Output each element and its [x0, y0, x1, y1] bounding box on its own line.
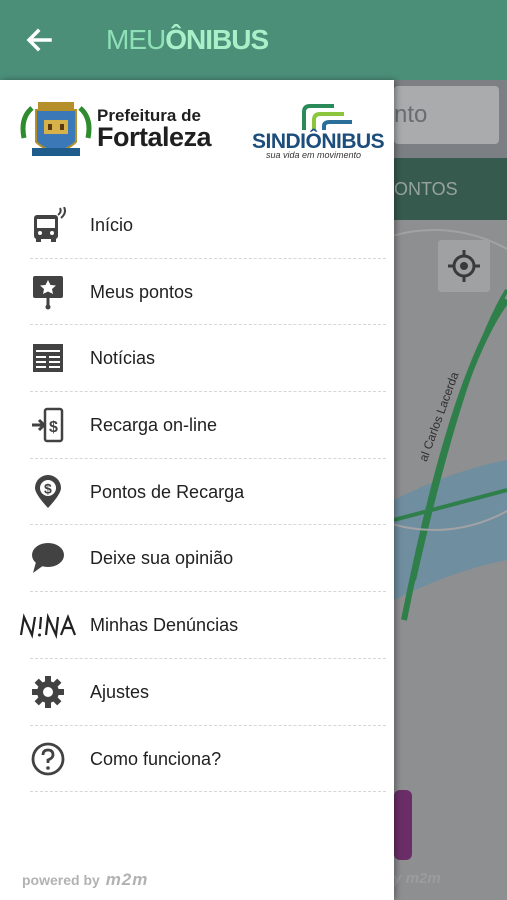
- map-background: nto ONTOS al Carlos Lacerda by m2m: [394, 80, 507, 900]
- svg-text:$: $: [44, 480, 52, 496]
- tab-bar-background: ONTOS: [394, 158, 507, 220]
- menu-item-noticias[interactable]: Notícias: [0, 325, 394, 393]
- app-bar: MEUÔNIBUS: [0, 0, 507, 80]
- menu-item-inicio[interactable]: Início: [0, 192, 394, 259]
- powered-by-footer: powered by m2m: [22, 870, 148, 890]
- nina-logo: [19, 612, 77, 640]
- m2m-logo: m2m: [105, 870, 149, 889]
- my-location-button[interactable]: [438, 240, 490, 292]
- crosshair-icon: [448, 250, 480, 282]
- menu-item-label: Deixe sua opinião: [90, 548, 234, 569]
- map-area: al Carlos Lacerda: [394, 220, 507, 900]
- partner-logos: Prefeitura de Fortaleza SINDIÔNIBUS sua …: [0, 80, 394, 190]
- menu-item-label: Início: [90, 215, 134, 235]
- tab-label-fragment: ONTOS: [394, 179, 458, 199]
- menu-item-como-funciona[interactable]: Como funciona?: [0, 726, 394, 793]
- bus-icon: [34, 207, 66, 242]
- fortaleza-label: Fortaleza: [97, 122, 212, 152]
- menu-item-label: Pontos de Recarga: [90, 481, 245, 502]
- powered-by-label: powered by: [22, 872, 100, 888]
- recharge-location-icon: $: [35, 474, 61, 508]
- menu-item-label: Ajustes: [90, 681, 150, 702]
- back-button[interactable]: [22, 22, 58, 58]
- menu-item-label: Como funciona?: [90, 748, 222, 769]
- menu-item-label: Notícias: [90, 348, 156, 369]
- comment-icon: [32, 543, 64, 574]
- map-roads: al Carlos Lacerda: [394, 229, 507, 860]
- search-input-background: nto: [394, 86, 499, 144]
- menu-item-meus-pontos[interactable]: Meus pontos: [0, 259, 394, 326]
- news-icon: [33, 344, 63, 373]
- favorite-stop-icon: [33, 275, 63, 310]
- menu-item-label: Minhas Denúncias: [90, 615, 239, 636]
- divider: [30, 791, 386, 793]
- menu-item-label: Recarga on-line: [90, 415, 218, 436]
- navigation-drawer: Prefeitura de Fortaleza SINDIÔNIBUS sua …: [0, 80, 394, 900]
- menu-item-opiniao[interactable]: Deixe sua opinião: [0, 525, 394, 593]
- prefeitura-crest-logo: [20, 102, 92, 156]
- menu-item-ajustes[interactable]: Ajustes: [0, 659, 394, 726]
- menu-item-recarga-online[interactable]: $ Recarga on-line: [0, 392, 394, 459]
- svg-text:$: $: [49, 419, 58, 436]
- sindionibus-mark-logo: [302, 104, 352, 130]
- menu-item-label: Meus pontos: [90, 281, 194, 302]
- sindionibus-tagline: sua vida em movimento: [266, 150, 362, 160]
- gear-icon: [32, 675, 64, 708]
- menu-item-denuncias[interactable]: Minhas Denúncias: [0, 592, 394, 659]
- arrow-left-icon: [26, 28, 52, 52]
- help-icon: [31, 742, 65, 775]
- background-powered-by: by m2m: [394, 870, 441, 887]
- app-logo: MEUÔNIBUS: [106, 24, 269, 56]
- brand-bold: ÔNIBUS: [165, 24, 269, 55]
- drawer-menu: Início Meus pontos Notícias $ Recarga on…: [0, 192, 394, 793]
- brand-light: MEU: [106, 24, 166, 55]
- recharge-icon: $: [32, 407, 64, 443]
- menu-item-pontos-recarga[interactable]: $ Pontos de Recarga: [0, 459, 394, 526]
